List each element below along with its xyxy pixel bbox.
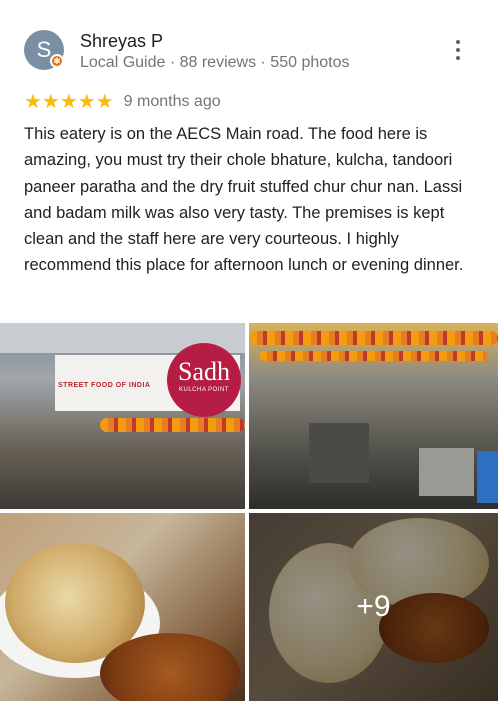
review-text: This eatery is on the AECS Main road. Th… — [24, 125, 464, 275]
more-photos-overlay[interactable]: +9 — [249, 513, 498, 701]
blue-bin — [477, 451, 498, 503]
local-guide-badge-icon: ✱ — [50, 54, 64, 68]
review-photo-3[interactable] — [0, 513, 245, 701]
steel-railing — [309, 423, 369, 483]
logo-main-text: Sadh — [178, 357, 230, 386]
reviewer-name[interactable]: Shreyas P — [80, 31, 163, 52]
avatar-initial: S — [36, 37, 52, 62]
more-options-icon[interactable] — [455, 40, 461, 60]
marigold-garland — [259, 351, 488, 361]
logo-sub-text: KULCHA POINT — [178, 387, 229, 393]
rating-row: ★★★★★ 9 months ago — [24, 91, 221, 113]
sign-text: STREET FOOD OF INDIA — [58, 382, 151, 389]
review-photo-2[interactable] — [249, 323, 498, 509]
counter — [419, 448, 474, 496]
review-photo-4[interactable]: +9 — [249, 513, 498, 701]
review-photo-1[interactable]: STREET FOOD OF INDIA Sadh KULCHA POINT — [0, 323, 245, 509]
photo-grid: STREET FOOD OF INDIA Sadh KULCHA POINT +… — [0, 323, 501, 701]
review-header: S ✱ Shreyas P Local Guide · 88 reviews ·… — [24, 28, 477, 78]
reviewer-meta: Local Guide · 88 reviews · 550 photos — [80, 54, 350, 71]
marigold-garland — [249, 331, 498, 345]
more-photos-count: +9 — [356, 590, 391, 623]
restaurant-logo: Sadh KULCHA POINT — [167, 343, 241, 417]
star-rating: ★★★★★ — [24, 91, 114, 113]
review-age: 9 months ago — [123, 93, 221, 110]
chole-bowl — [100, 633, 240, 701]
marigold-garland — [100, 418, 245, 432]
